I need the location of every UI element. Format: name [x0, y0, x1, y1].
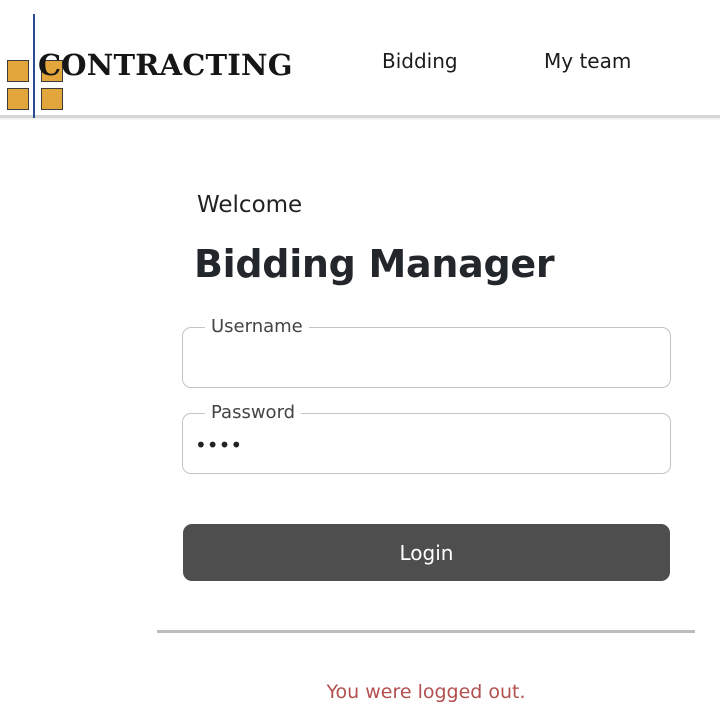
nav-my-team-link[interactable]: My team	[544, 49, 631, 73]
welcome-heading: Welcome	[197, 192, 303, 218]
password-field[interactable]: Password	[182, 401, 671, 474]
top-header: CONTRACTING Bidding My team	[0, 0, 720, 118]
username-field[interactable]: Username	[182, 315, 671, 388]
login-page: CONTRACTING Bidding My team Welcome Bidd…	[0, 0, 720, 720]
logo-text: CONTRACTING	[38, 48, 293, 82]
password-input[interactable]	[195, 428, 657, 462]
logout-status-message: You were logged out.	[326, 681, 526, 703]
username-label: Username	[205, 315, 309, 339]
password-label: Password	[205, 401, 302, 425]
login-button[interactable]: Login	[183, 524, 670, 581]
logo-square-icon	[7, 60, 29, 82]
logo-square-icon	[7, 88, 29, 110]
brand-logo[interactable]: CONTRACTING	[0, 0, 320, 118]
username-input[interactable]	[195, 342, 657, 376]
logo-square-icon	[41, 88, 63, 110]
divider	[157, 630, 695, 633]
nav-bidding-link[interactable]: Bidding	[382, 49, 458, 73]
page-title: Bidding Manager	[194, 242, 555, 286]
logo-divider-line	[33, 14, 35, 118]
